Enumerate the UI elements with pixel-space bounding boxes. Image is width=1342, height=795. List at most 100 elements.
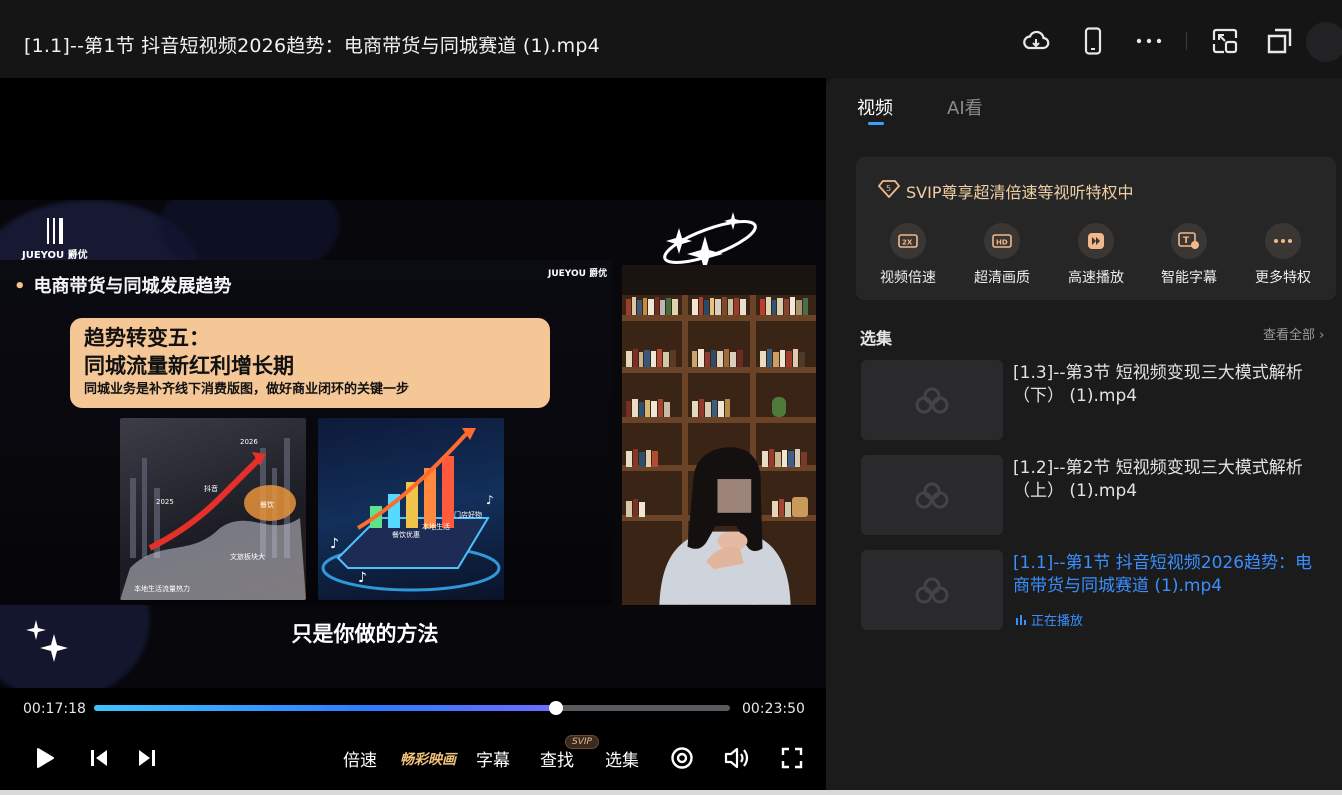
episode-title: [1.2]--第2节 短视频变现三大模式解析（上） (1).mp4 — [1013, 458, 1303, 501]
play-icon — [37, 748, 54, 768]
svip-title: SVIP尊享超清倍速等视听特权中 — [906, 183, 1134, 202]
svg-text:2X: 2X — [902, 239, 913, 247]
toolbar-divider — [1186, 32, 1187, 50]
cloud-placeholder-icon — [915, 387, 949, 414]
progress-bar[interactable] — [94, 701, 730, 715]
image-label: 本地生活 — [422, 523, 450, 531]
perk-label: 更多特权 — [1255, 270, 1311, 286]
find-button[interactable]: 查找 — [540, 740, 574, 776]
more-icon[interactable] — [1132, 24, 1166, 58]
slide-logo: JUEYOU 爵优 — [548, 269, 608, 279]
episode-item-playing[interactable]: [1.1]--第1节 抖音短视频2026趋势：电商带货与同城赛道 (1).mp4… — [861, 550, 1331, 630]
image-label: 餐饮优惠 — [392, 531, 420, 539]
svg-text:T: T — [1183, 236, 1190, 246]
image-label: 文旅板块大 — [230, 553, 265, 561]
smart-subtitle-icon: T — [1171, 223, 1207, 259]
cloud-placeholder-icon — [915, 482, 949, 509]
play-button[interactable] — [30, 740, 60, 776]
chevron-right-icon: › — [1319, 328, 1325, 343]
growth-map-image: 2026 2025 抖音 餐饮 文旅板块大 本地生活流量热力 — [120, 418, 306, 600]
window-title: [1.1]--第1节 抖音短视频2026趋势：电商带货与同城赛道 (1).mp4 — [24, 35, 600, 57]
side-panel: 视频 AI看 5 SVIP尊享超清倍速等视听特权中 2X 视频倍速 HD 超清画… — [826, 78, 1342, 795]
progress-handle[interactable] — [548, 701, 563, 715]
perk-fast-play[interactable]: 高速播放 — [1056, 223, 1136, 287]
perk-video-speed[interactable]: 2X 视频倍速 — [868, 223, 948, 287]
perk-label: 智能字幕 — [1161, 270, 1217, 286]
video-frame[interactable]: JUEYOU 爵优 电商带货与同城发展趋势 JUEYOU 爵优 趋势转变五： 同… — [0, 200, 826, 688]
svip-card: 5 SVIP尊享超清倍速等视听特权中 2X 视频倍速 HD 超清画质 高速播放 … — [856, 157, 1336, 300]
fast-play-icon — [1078, 223, 1114, 259]
hd-icon: HD — [984, 223, 1020, 259]
episode-thumbnail — [861, 550, 1003, 630]
more-perks-icon — [1265, 223, 1301, 259]
image-label: 抖音 — [204, 485, 218, 493]
title-bar: [1.1]--第1节 抖音短视频2026趋势：电商带货与同城赛道 (1).mp4 — [0, 0, 1342, 78]
perk-label: 高速播放 — [1068, 270, 1124, 286]
equalizer-icon — [1016, 614, 1026, 625]
jingcai-button[interactable]: 畅彩映画 — [400, 749, 456, 769]
skip-previous-icon — [91, 750, 107, 766]
card-title: 趋势转变五： — [84, 326, 210, 350]
tab-ai-view[interactable]: AI看 — [947, 94, 983, 120]
subtitle-button[interactable]: 字幕 — [476, 740, 510, 776]
episode-title: [1.3]--第3节 短视频变现三大模式解析（下） (1).mp4 — [1013, 363, 1303, 406]
tab-video[interactable]: 视频 — [857, 94, 893, 120]
pip-icon[interactable] — [1208, 24, 1242, 58]
svg-text:HD: HD — [996, 239, 1008, 247]
phone-icon[interactable] — [1076, 24, 1110, 58]
episodes-section-title: 选集 — [860, 329, 893, 348]
perk-hd-quality[interactable]: HD 超清画质 — [962, 223, 1042, 287]
logo-text: JUEYOU 爵优 — [22, 250, 88, 261]
active-tab-indicator — [868, 122, 884, 125]
slide-heading: 电商带货与同城发展趋势 — [14, 272, 232, 298]
volume-icon — [724, 747, 749, 769]
svg-text:♪: ♪ — [330, 536, 339, 552]
video-subtitle: 只是你做的方法 — [291, 622, 439, 646]
image-label: 餐饮 — [260, 501, 274, 509]
cloud-download-icon[interactable] — [1019, 24, 1053, 58]
svg-text:♪: ♪ — [358, 570, 367, 586]
fullscreen-button[interactable] — [778, 740, 806, 776]
current-time: 00:17:18 — [23, 701, 86, 717]
phone-chart-image: ♪ ♪ ♪ 餐饮优惠 本地生活 门店好物 — [318, 418, 504, 600]
episode-item[interactable]: [1.2]--第2节 短视频变现三大模式解析（上） (1).mp4 — [861, 455, 1331, 535]
total-time: 00:23:50 — [742, 701, 805, 717]
window-bottom-edge — [0, 790, 1342, 795]
image-label: 2026 — [240, 438, 258, 446]
next-button[interactable] — [133, 740, 161, 776]
card-subtitle: 同城流量新红利增长期 — [84, 354, 294, 378]
progress-fill — [94, 705, 556, 711]
episode-item[interactable]: [1.3]--第3节 短视频变现三大模式解析（下） (1).mp4 — [861, 360, 1331, 440]
speed-button[interactable]: 倍速 — [343, 740, 377, 776]
previous-button[interactable] — [85, 740, 113, 776]
volume-button[interactable] — [722, 740, 752, 776]
target-icon — [671, 747, 693, 769]
image-label: 门店好物 — [454, 511, 482, 519]
cloud-placeholder-icon — [915, 577, 949, 604]
svg-text:5: 5 — [886, 184, 891, 193]
perk-label: 超清画质 — [974, 270, 1030, 286]
speed-2x-icon: 2X — [890, 223, 926, 259]
svg-text:♪: ♪ — [486, 493, 494, 507]
video-player[interactable]: JUEYOU 爵优 电商带货与同城发展趋势 JUEYOU 爵优 趋势转变五： 同… — [0, 78, 826, 795]
episode-thumbnail — [861, 455, 1003, 535]
presentation-slide: 电商带货与同城发展趋势 JUEYOU 爵优 趋势转变五： 同城流量新红利增长期 … — [0, 260, 612, 605]
avatar[interactable] — [1306, 22, 1342, 62]
now-playing-label: 正在播放 — [1031, 614, 1084, 629]
perk-more[interactable]: 更多特权 — [1243, 223, 1323, 287]
see-all-link[interactable]: 查看全部 › — [1263, 324, 1324, 343]
episodes-button[interactable]: 选集 — [605, 740, 639, 776]
settings-button[interactable] — [668, 740, 696, 776]
image-label: 本地生活流量热力 — [134, 585, 190, 593]
trend-card: 趋势转变五： 同城流量新红利增长期 同城业务是补齐线下消费版图，做好商业闭环的关… — [70, 318, 550, 408]
jueyou-logo: JUEYOU 爵优 — [22, 218, 88, 261]
fullscreen-icon — [781, 747, 803, 769]
image-label: 2025 — [156, 498, 174, 506]
perk-smart-subtitle[interactable]: T 智能字幕 — [1149, 223, 1229, 287]
svip-gem-icon: 5 — [878, 180, 900, 198]
fullscreen-window-icon[interactable] — [1263, 24, 1297, 58]
skip-next-icon — [139, 750, 155, 766]
perk-label: 视频倍速 — [880, 270, 936, 286]
episode-title: [1.1]--第1节 抖音短视频2026趋势：电商带货与同城赛道 (1).mp4 — [1013, 553, 1313, 596]
speaker-figure — [659, 447, 791, 605]
